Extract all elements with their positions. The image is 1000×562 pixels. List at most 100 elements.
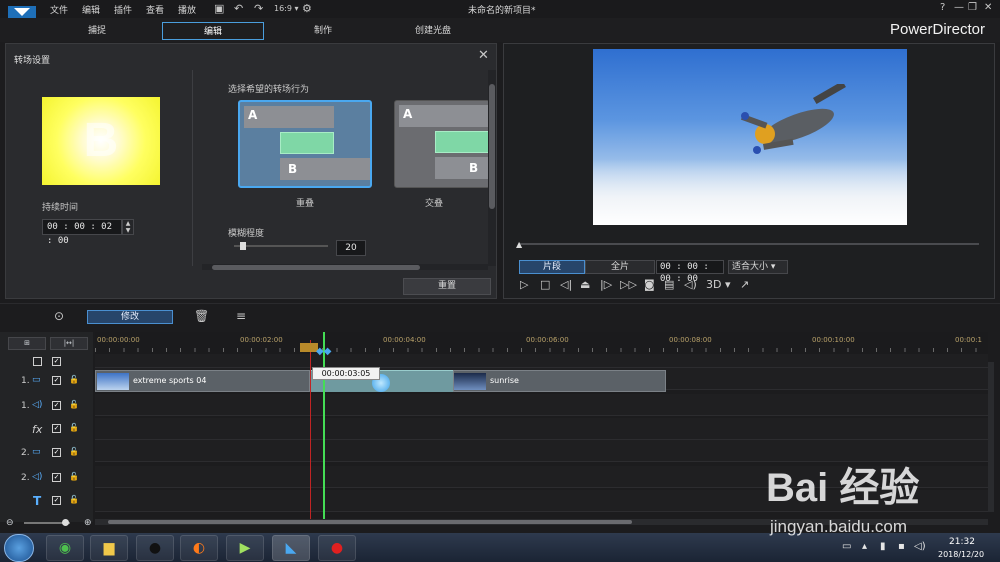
- restore-button[interactable]: ❐: [968, 2, 977, 13]
- timeline-scroll-thumb[interactable]: [108, 520, 632, 524]
- network-icon[interactable]: ▪: [898, 541, 905, 552]
- keyboard-icon[interactable]: ▭: [842, 541, 851, 552]
- powerdirector-taskbar-icon[interactable]: ◣: [272, 535, 310, 561]
- clip-mode-button[interactable]: 片段: [519, 260, 585, 274]
- fast-forward-icon[interactable]: ▷▷: [620, 278, 637, 291]
- collapse-icon[interactable]: ⊙: [54, 309, 64, 323]
- lock-icon[interactable]: 🔓: [69, 400, 79, 409]
- menu-plugins[interactable]: 插件: [114, 3, 132, 16]
- lock-icon[interactable]: 🔓: [69, 375, 79, 384]
- tab-capture[interactable]: 捕捉: [46, 22, 148, 40]
- track-row-audio-1[interactable]: [95, 394, 988, 416]
- clock-date[interactable]: 2018/12/20: [938, 550, 984, 559]
- player-position-marker[interactable]: ▲: [516, 240, 522, 249]
- gear-icon[interactable]: ⚙: [302, 2, 312, 15]
- ruler-tick-label: 00:00:06:00: [526, 336, 569, 344]
- snapshot-icon[interactable]: ◙: [644, 278, 655, 291]
- volume-icon[interactable]: ◁): [684, 278, 697, 291]
- tray-expand-icon[interactable]: ▴: [862, 541, 867, 552]
- zoom-slider-thumb[interactable]: [62, 519, 69, 526]
- tab-create-disc[interactable]: 创建光盘: [382, 22, 484, 40]
- track-enable-checkbox[interactable]: ✓: [52, 401, 61, 410]
- lock-icon[interactable]: 🔓: [69, 423, 79, 432]
- tab-produce[interactable]: 制作: [272, 22, 374, 40]
- track-enable-checkbox[interactable]: ✓: [52, 448, 61, 457]
- blur-label: 模糊程度: [228, 229, 265, 239]
- letter-b: B: [469, 161, 479, 175]
- all-tracks-checkbox[interactable]: ✓: [52, 357, 61, 366]
- zoom-fit-select[interactable]: 适合大小 ▾: [728, 260, 788, 274]
- fit-timeline-button[interactable]: |↔|: [50, 337, 88, 350]
- speaker-icon[interactable]: ◁): [914, 541, 926, 552]
- duration-stepper[interactable]: ▲ ▼: [122, 219, 134, 235]
- aspect-ratio-icon[interactable]: 16:9 ▾: [274, 4, 299, 13]
- blur-value-input[interactable]: 20: [336, 240, 366, 256]
- redo-icon[interactable]: ↷: [254, 2, 263, 15]
- lock-icon[interactable]: 🔓: [69, 447, 79, 456]
- record-icon[interactable]: ●: [318, 535, 356, 561]
- minimize-button[interactable]: —: [954, 2, 964, 13]
- playhead-handle-icon[interactable]: ◆◆: [316, 346, 334, 357]
- close-icon[interactable]: ✕: [478, 48, 489, 63]
- track-enable-checkbox[interactable]: ✓: [52, 376, 61, 385]
- panel-vertical-scroll-thumb[interactable]: [489, 84, 495, 209]
- audio-track-icon: ◁): [32, 472, 43, 482]
- baidu-watermark-url: jingyan.baidu.com: [770, 517, 908, 536]
- track-row-fx[interactable]: [95, 418, 988, 440]
- lock-icon[interactable]: 🔓: [69, 472, 79, 481]
- firefox-icon[interactable]: ◐: [180, 535, 218, 561]
- next-frame-icon[interactable]: |▷: [600, 278, 612, 291]
- time-tooltip: 00:00:03:05: [312, 367, 380, 380]
- zoom-in-icon[interactable]: ⊕: [84, 518, 92, 528]
- movie-mode-button[interactable]: 全片: [585, 260, 655, 274]
- ruler-tick-label: 00:00:10:00: [812, 336, 855, 344]
- duration-input[interactable]: 00 : 00 : 02 : 00: [42, 219, 122, 246]
- timeline-playhead[interactable]: [323, 332, 325, 522]
- track-enable-checkbox[interactable]: ✓: [52, 496, 61, 505]
- trash-icon[interactable]: 🗑: [194, 309, 209, 323]
- menu-view[interactable]: 查看: [146, 3, 164, 16]
- zoom-out-icon[interactable]: ⊖: [6, 518, 14, 528]
- reset-button[interactable]: 重置: [403, 278, 491, 295]
- tab-edit[interactable]: 编辑: [162, 22, 264, 40]
- menu-edit[interactable]: 编辑: [82, 3, 100, 16]
- save-icon[interactable]: ▣: [214, 2, 224, 15]
- option-overlap[interactable]: A B: [238, 100, 372, 188]
- modify-button[interactable]: 修改: [87, 310, 173, 324]
- player-timeline[interactable]: [519, 243, 979, 245]
- timeline-vertical-scrollbar[interactable]: [988, 362, 994, 512]
- timecode-display[interactable]: 00 : 00 : 00 : 00: [656, 260, 724, 284]
- mark-icon[interactable]: ⏏: [580, 278, 590, 291]
- qq-icon[interactable]: ●: [136, 535, 174, 561]
- track-enable-checkbox[interactable]: ✓: [52, 473, 61, 482]
- lock-icon[interactable]: 🔓: [69, 495, 79, 504]
- power-icon[interactable]: ▮: [880, 541, 886, 552]
- menu-playback[interactable]: 播放: [178, 3, 196, 16]
- app-icon[interactable]: ▶: [226, 535, 264, 561]
- preview-letter: B: [83, 114, 119, 167]
- undo-icon[interactable]: ↶: [234, 2, 243, 15]
- stop-icon[interactable]: □: [540, 278, 550, 291]
- preview-player: ▲ 片段 全片 00 : 00 : 00 : 00 适合大小 ▾ ▷ □ ◁| …: [503, 43, 995, 299]
- menu-file[interactable]: 文件: [50, 3, 68, 16]
- play-icon[interactable]: ▷: [520, 278, 528, 291]
- close-button[interactable]: ✕: [984, 2, 992, 13]
- clip-name: extreme sports 04: [133, 376, 207, 385]
- previous-frame-icon[interactable]: ◁|: [560, 278, 572, 291]
- option-cross[interactable]: A B: [394, 100, 490, 188]
- panel-horizontal-scroll-thumb[interactable]: [212, 265, 420, 270]
- storyboard-view-button[interactable]: ⊞: [8, 337, 46, 350]
- subtitle-icon[interactable]: ▤: [664, 278, 674, 291]
- start-button[interactable]: [4, 534, 34, 562]
- help-button[interactable]: ?: [940, 2, 945, 13]
- blur-slider[interactable]: [234, 245, 328, 247]
- list-icon[interactable]: ≡: [236, 309, 246, 323]
- blur-slider-thumb[interactable]: [240, 242, 246, 250]
- clock-time[interactable]: 21:32: [949, 537, 975, 547]
- track-enable-checkbox[interactable]: ✓: [52, 424, 61, 433]
- undock-icon[interactable]: ↗: [740, 278, 749, 291]
- 3d-mode-button[interactable]: 3D ▾: [706, 278, 731, 291]
- browser-360-icon[interactable]: ◉: [46, 535, 84, 561]
- file-explorer-icon[interactable]: ▆: [90, 535, 128, 561]
- all-tracks-toggle[interactable]: [33, 357, 42, 366]
